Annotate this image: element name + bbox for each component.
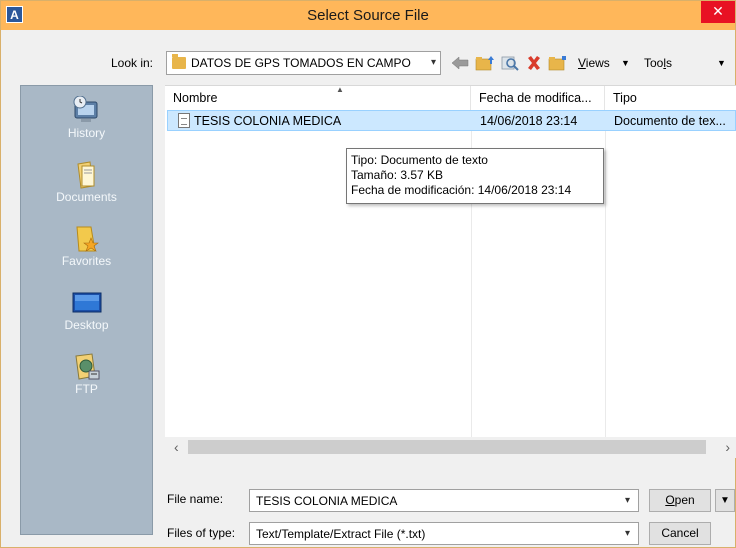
- history-icon: [71, 95, 103, 126]
- column-divider: [605, 110, 606, 437]
- file-list[interactable]: Nombre ▲ Fecha de modifica... Tipo TESIS…: [165, 85, 736, 458]
- title-bar[interactable]: Select Source File A ✕: [1, 1, 735, 30]
- chevron-down-icon[interactable]: ▾: [625, 494, 630, 508]
- column-header-tipo[interactable]: Tipo: [605, 86, 736, 110]
- favorites-icon: [71, 224, 103, 254]
- places-desktop[interactable]: Desktop: [21, 288, 152, 332]
- file-name-value: TESIS COLONIA MEDICA: [256, 494, 398, 508]
- look-in-value: DATOS DE GPS TOMADOS EN CAMPO: [191, 56, 411, 70]
- file-name-input[interactable]: TESIS COLONIA MEDICA ▾: [249, 489, 639, 512]
- caret-down-icon: ▼: [720, 495, 730, 506]
- file-type-value: Text/Template/Extract File (*.txt): [256, 527, 426, 541]
- sort-ascending-icon: ▲: [336, 85, 344, 94]
- places-sidebar: History Documents Favorites Desktop FTP: [20, 85, 153, 535]
- places-documents[interactable]: Documents: [21, 160, 152, 204]
- scroll-left-icon[interactable]: ‹: [174, 439, 179, 455]
- scrollbar-thumb[interactable]: [188, 440, 706, 454]
- look-in-dropdown[interactable]: DATOS DE GPS TOMADOS EN CAMPO ▾: [166, 51, 441, 75]
- text-document-icon: [178, 113, 190, 128]
- file-row[interactable]: TESIS COLONIA MEDICA 14/06/2018 23:14 Do…: [167, 110, 736, 131]
- places-favorites[interactable]: Favorites: [21, 224, 152, 268]
- delete-icon: [528, 56, 540, 70]
- documents-icon: [71, 160, 103, 190]
- desktop-icon: [71, 288, 103, 318]
- back-arrow-icon: [451, 56, 469, 70]
- file-name-cell: TESIS COLONIA MEDICA: [194, 114, 342, 128]
- dialog-title: Select Source File: [307, 7, 429, 24]
- new-folder-icon: [548, 56, 566, 71]
- places-ftp[interactable]: FTP: [21, 352, 152, 396]
- cancel-button[interactable]: Cancel: [649, 522, 711, 545]
- chevron-down-icon: ▾: [430, 57, 436, 68]
- file-info-tooltip: Tipo: Documento de texto Tamaño: 3.57 KB…: [346, 148, 604, 204]
- look-in-label: Look in:: [110, 56, 153, 70]
- search-web-button[interactable]: [498, 51, 522, 75]
- column-header-nombre[interactable]: Nombre: [165, 86, 471, 110]
- scroll-right-icon[interactable]: ›: [725, 439, 730, 455]
- places-history[interactable]: History: [21, 95, 152, 140]
- horizontal-scrollbar[interactable]: ‹ ›: [165, 437, 736, 458]
- open-options-dropdown[interactable]: ▼: [715, 489, 735, 512]
- close-button[interactable]: ✕: [701, 1, 735, 23]
- file-type-cell: Documento de tex...: [614, 114, 726, 128]
- up-folder-icon: [475, 56, 494, 71]
- file-type-dropdown[interactable]: Text/Template/Extract File (*.txt) ▾: [249, 522, 639, 545]
- tools-menu[interactable]: Tools: [644, 55, 672, 71]
- autocad-app-icon: A: [6, 6, 23, 23]
- folder-icon: [172, 54, 186, 69]
- views-caret-icon[interactable]: ▼: [621, 55, 630, 71]
- back-button[interactable]: [448, 51, 472, 75]
- search-web-icon: [501, 56, 519, 71]
- file-date-cell: 14/06/2018 23:14: [480, 114, 578, 128]
- file-name-label: File name:: [167, 492, 224, 506]
- views-menu[interactable]: Views: [578, 55, 610, 71]
- create-new-folder-button[interactable]: [546, 51, 570, 75]
- up-one-level-button[interactable]: [473, 51, 497, 75]
- tools-caret-icon[interactable]: ▼: [717, 55, 726, 71]
- delete-button[interactable]: [522, 51, 546, 75]
- select-source-file-dialog: Select Source File A ✕ Look in: DATOS DE…: [0, 0, 736, 548]
- column-header-fecha[interactable]: Fecha de modifica...: [471, 86, 605, 110]
- ftp-icon: [71, 352, 103, 382]
- chevron-down-icon: ▾: [624, 528, 630, 539]
- open-button[interactable]: Open: [649, 489, 711, 512]
- file-type-label: Files of type:: [167, 526, 236, 540]
